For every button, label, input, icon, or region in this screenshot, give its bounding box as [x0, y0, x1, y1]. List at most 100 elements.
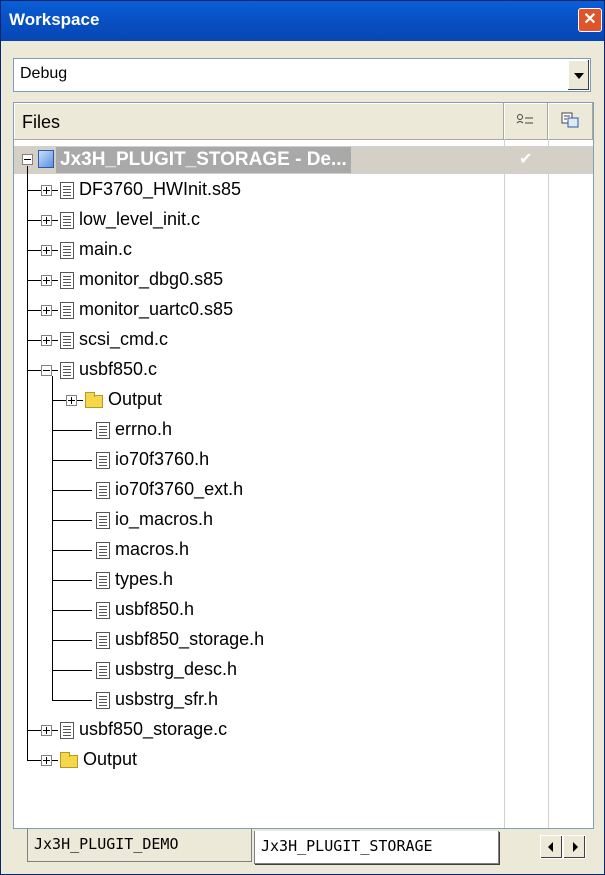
tree-connector-line	[27, 730, 41, 731]
file-row[interactable]: low_level_init.c	[14, 206, 593, 236]
tab-label: Jx3H_PLUGIT_STORAGE	[261, 837, 433, 855]
folder-label: Output	[108, 389, 163, 409]
workspace-window: Workspace ✕ Debug Files Jx3H_PLUGIT_STOR…	[0, 0, 605, 875]
file-label: usbf850.h	[115, 599, 195, 619]
tree-connector-line	[27, 310, 41, 311]
file-label: usbstrg_sfr.h	[115, 689, 219, 709]
file-row[interactable]: monitor_dbg0.s85	[14, 266, 593, 296]
file-icon	[96, 602, 110, 619]
tree-connector-line	[27, 340, 41, 341]
file-label: io70f3760.h	[115, 449, 210, 469]
file-icon	[96, 482, 110, 499]
tab-jx3h-plugit-demo[interactable]: Jx3H_PLUGIT_DEMO	[27, 829, 252, 862]
file-icon	[96, 662, 110, 679]
files-column-label: Files	[22, 112, 61, 132]
tree-connector-line	[52, 430, 92, 431]
file-row[interactable]: usbstrg_sfr.h	[14, 686, 593, 716]
file-row[interactable]: usbf850.c	[14, 356, 593, 386]
expand-icon[interactable]	[41, 755, 52, 766]
scroll-right-icon[interactable]	[563, 835, 586, 859]
project-icon	[38, 150, 54, 168]
tree-connector-line	[52, 520, 92, 521]
file-row[interactable]: main.c	[14, 236, 593, 266]
configuration-dropdown[interactable]: Debug	[13, 58, 591, 92]
file-icon	[96, 632, 110, 649]
file-row[interactable]: usbf850.h	[14, 596, 593, 626]
file-icon	[96, 542, 110, 559]
collapse-icon[interactable]	[22, 154, 33, 165]
tree-connector-line	[52, 490, 92, 491]
tree-connector-line	[52, 400, 66, 401]
expand-icon[interactable]	[41, 185, 52, 196]
chevron-down-icon[interactable]	[567, 60, 589, 90]
file-icon	[60, 242, 74, 259]
file-icon	[60, 362, 74, 379]
title-bar[interactable]: Workspace ✕	[1, 1, 604, 41]
window-title: Workspace	[9, 10, 100, 29]
expand-icon[interactable]	[41, 245, 52, 256]
file-label: main.c	[79, 239, 133, 259]
expand-icon[interactable]	[66, 395, 77, 406]
file-row[interactable]: errno.h	[14, 416, 593, 446]
scroll-left-icon[interactable]	[540, 835, 563, 859]
file-row[interactable]: io_macros.h	[14, 506, 593, 536]
file-row[interactable]: usbf850_storage.h	[14, 626, 593, 656]
tree-connector-line	[52, 280, 58, 281]
tree-connector-line	[52, 370, 58, 371]
files-column-header[interactable]: Files	[14, 103, 504, 139]
file-icon	[96, 692, 110, 709]
file-icon	[60, 722, 74, 739]
file-icon	[60, 212, 74, 229]
tree-connector-line	[52, 550, 92, 551]
collapse-icon[interactable]	[41, 365, 52, 376]
file-icon	[96, 422, 110, 439]
file-label: usbf850_storage.h	[115, 629, 265, 649]
tree-connector-line	[52, 730, 58, 731]
expand-icon[interactable]	[41, 275, 52, 286]
tree-connector-line	[52, 580, 92, 581]
file-row[interactable]: usbstrg_desc.h	[14, 656, 593, 686]
file-row[interactable]: monitor_uartc0.s85	[14, 296, 593, 326]
tab-jx3h-plugit-storage[interactable]: Jx3H_PLUGIT_STORAGE	[254, 831, 499, 864]
project-label: Jx3H_PLUGIT_STORAGE - De...	[56, 147, 351, 173]
make-status-icon	[516, 114, 533, 124]
checkmark-icon: ✔	[519, 149, 533, 168]
file-label: monitor_dbg0.s85	[79, 269, 224, 289]
file-row[interactable]: scsi_cmd.c	[14, 326, 593, 356]
tree-connector-line	[52, 190, 58, 191]
file-label: scsi_cmd.c	[79, 329, 169, 349]
tree-connector-line	[27, 220, 41, 221]
configuration-value: Debug	[20, 65, 68, 82]
file-icon	[96, 512, 110, 529]
file-icon	[60, 332, 74, 349]
tree-connector-line	[27, 280, 41, 281]
tree-connector-line	[52, 460, 92, 461]
file-label: types.h	[115, 569, 174, 589]
file-row[interactable]: io70f3760.h	[14, 446, 593, 476]
expand-icon[interactable]	[41, 725, 52, 736]
file-row[interactable]: usbf850_storage.c	[14, 716, 593, 746]
tree-connector-line	[52, 670, 92, 671]
make-status-column-header[interactable]	[504, 103, 548, 139]
project-root-row[interactable]: Jx3H_PLUGIT_STORAGE - De... ✔	[14, 146, 593, 176]
file-row[interactable]: types.h	[14, 566, 593, 596]
file-label: usbf850_storage.c	[79, 719, 228, 739]
file-label: macros.h	[115, 539, 190, 559]
options-column-header[interactable]	[548, 103, 593, 139]
folder-row[interactable]: Output	[14, 746, 593, 776]
file-label: monitor_uartc0.s85	[79, 299, 234, 319]
file-label: io70f3760_ext.h	[115, 479, 244, 499]
tree-connector-line	[77, 400, 83, 401]
expand-icon[interactable]	[41, 305, 52, 316]
close-icon: ✕	[583, 11, 597, 28]
expand-icon[interactable]	[41, 335, 52, 346]
folder-row[interactable]: Output	[14, 386, 593, 416]
file-row[interactable]: io70f3760_ext.h	[14, 476, 593, 506]
file-label: low_level_init.c	[79, 209, 201, 229]
tree-connector-line	[52, 760, 58, 761]
file-row[interactable]: macros.h	[14, 536, 593, 566]
files-header: Files	[14, 103, 593, 140]
file-row[interactable]: DF3760_HWInit.s85	[14, 176, 593, 206]
close-button[interactable]: ✕	[578, 8, 602, 32]
expand-icon[interactable]	[41, 215, 52, 226]
